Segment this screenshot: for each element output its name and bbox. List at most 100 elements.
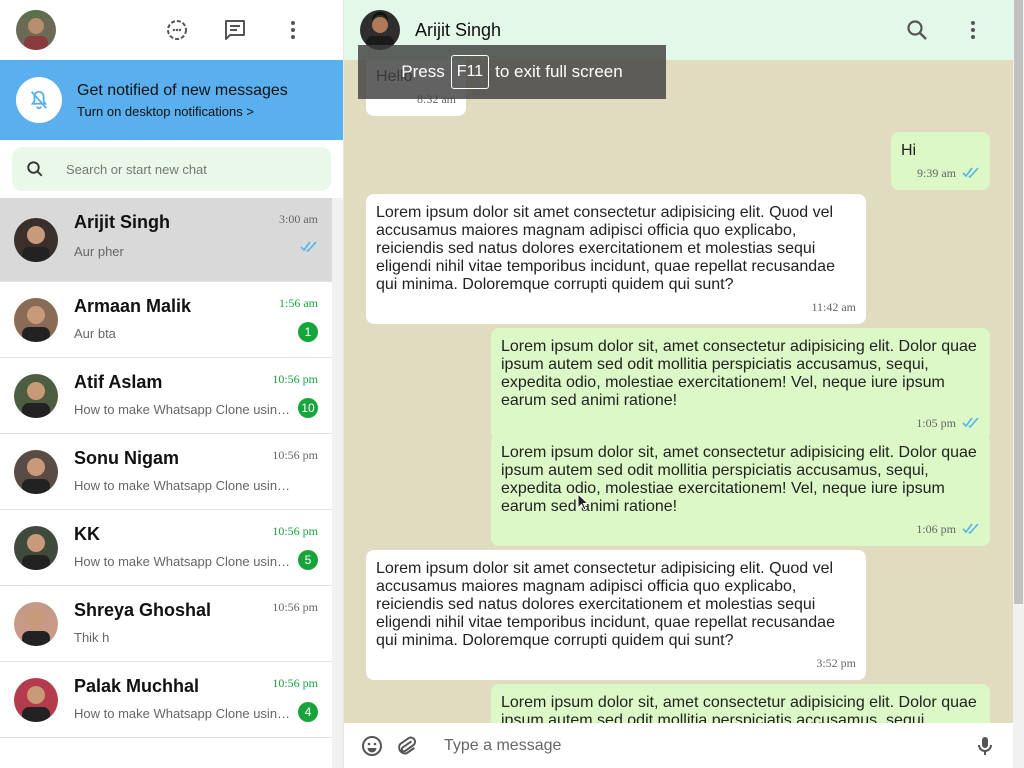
outgoing-message[interactable]: Lorem ipsum dolor sit, amet consectetur … (491, 684, 990, 723)
conversation-scrollbar[interactable] (1013, 0, 1024, 768)
message-time: 1:05 pm (916, 416, 956, 430)
status-icon[interactable] (165, 18, 189, 42)
message-text: Lorem ipsum dolor sit, amet consectetur … (501, 694, 977, 723)
chat-time: 3:00 am (279, 212, 318, 226)
chat-avatar (14, 298, 58, 342)
chat-avatar (14, 526, 58, 570)
notification-link[interactable]: Turn on desktop notifications > (77, 104, 288, 119)
chat-avatar (14, 374, 58, 418)
chat-list-item[interactable]: Palak Muchhal How to make Whatsapp Clone … (0, 662, 333, 738)
double-check-icon (300, 240, 318, 258)
chat-avatar (14, 218, 58, 262)
toast-text-before: Press (401, 62, 445, 81)
chat-name: Armaan Malik (74, 296, 192, 316)
bell-off-icon (16, 77, 62, 123)
sidebar-header (0, 0, 343, 60)
outgoing-message[interactable]: Lorem ipsum dolor sit, amet consectetur … (491, 328, 990, 440)
whatsapp-clone-app: Get notified of new messages Turn on des… (0, 0, 1024, 768)
mouse-cursor-icon (577, 493, 589, 511)
sidebar-scrollbar[interactable] (332, 198, 343, 768)
chat-last-message: Aur pher (74, 244, 124, 259)
attach-icon[interactable] (394, 734, 418, 758)
search-bar (0, 140, 343, 198)
message-text: Lorem ipsum dolor sit amet consectetur a… (376, 204, 835, 293)
chat-name: Shreya Ghoshal (74, 600, 212, 620)
conversation-pane: Arijit Singh Hello8:32 amHi9:39 amLorem … (344, 0, 1013, 768)
message-text: Lorem ipsum dolor sit, amet consectetur … (501, 444, 977, 515)
message-time: 1:06 pm (916, 522, 956, 536)
chat-time: 10:56 pm (272, 600, 318, 614)
menu-kebab-icon[interactable] (961, 18, 985, 42)
chat-time: 10:56 pm (272, 676, 318, 690)
chat-name: Atif Aslam (74, 372, 163, 392)
chat-list-item[interactable]: Atif Aslam How to make Whatsapp Clone usi… (0, 358, 333, 434)
message-composer (344, 723, 1013, 768)
chat-last-message: Thik h (74, 630, 110, 645)
message-meta: 1:06 pm (501, 520, 980, 538)
message-time: 9:39 am (917, 166, 956, 180)
chat-name: KK (74, 524, 100, 544)
notification-banner[interactable]: Get notified of new messages Turn on des… (0, 60, 343, 140)
emoji-icon[interactable] (360, 734, 384, 758)
outgoing-message[interactable]: Hi 9:39 am (891, 132, 990, 190)
sidebar: Get notified of new messages Turn on des… (0, 0, 344, 768)
chat-list-item[interactable]: KK How to make Whatsapp Clone using React… (0, 510, 333, 586)
search-box[interactable] (12, 147, 331, 191)
microphone-icon[interactable] (973, 734, 997, 758)
message-meta: 3:52 pm (376, 654, 856, 672)
chat-last-message: How to make Whatsapp Clone using React J… (74, 706, 296, 721)
message-text: Lorem ipsum dolor sit amet consectetur a… (376, 560, 835, 649)
chat-list: Arijit Singh Aur pher 3:00 am Armaan Malik A… (0, 198, 333, 768)
conversation-title[interactable]: Arijit Singh (415, 20, 501, 41)
chat-last-message: Aur bta (74, 326, 116, 341)
chat-last-message: How to make Whatsapp Clone using React J… (74, 402, 296, 417)
message-time: 3:52 pm (816, 656, 856, 670)
chat-list-item[interactable]: Shreya Ghoshal Thik h 10:56 pm (0, 586, 333, 662)
message-meta: 1:05 pm (501, 414, 980, 432)
sidebar-header-actions (165, 18, 305, 42)
chat-avatar (14, 602, 58, 646)
double-check-icon (962, 167, 979, 179)
search-icon[interactable] (905, 18, 929, 42)
message-time: 11:42 am (811, 300, 856, 314)
notification-text: Get notified of new messages Turn on des… (77, 82, 288, 119)
toast-key: F11 (450, 55, 490, 89)
incoming-message[interactable]: Lorem ipsum dolor sit amet consectetur a… (366, 550, 866, 680)
toast-text-after: to exit full screen (495, 62, 623, 81)
scrollbar-thumb[interactable] (1014, 0, 1023, 604)
message-text: Lorem ipsum dolor sit, amet consectetur … (501, 338, 977, 409)
conversation-actions (905, 18, 985, 42)
chat-avatar (14, 450, 58, 494)
contact-avatar[interactable] (360, 10, 400, 50)
menu-kebab-icon[interactable] (281, 18, 305, 42)
message-meta: 11:42 am (376, 298, 856, 316)
message-input[interactable] (444, 736, 944, 755)
unread-badge: 5 (298, 550, 318, 570)
chat-list-item[interactable]: Armaan Malik Aur bta 1:56 am 1 (0, 282, 333, 358)
double-check-icon (962, 523, 979, 535)
search-input[interactable] (66, 161, 306, 177)
chat-avatar (14, 678, 58, 722)
chat-last-message: How to make Whatsapp Clone using React J… (74, 478, 296, 493)
message-list[interactable]: Hello8:32 amHi9:39 amLorem ipsum dolor s… (344, 60, 1013, 723)
unread-badge: 10 (298, 398, 318, 418)
chat-list-item[interactable]: Sonu Nigam How to make Whatsapp Clone usi… (0, 434, 333, 510)
user-avatar[interactable] (16, 10, 56, 50)
chat-time: 10:56 pm (272, 448, 318, 462)
unread-badge: 4 (298, 702, 318, 722)
chat-name: Sonu Nigam (74, 448, 180, 468)
incoming-message[interactable]: Lorem ipsum dolor sit amet consectetur a… (366, 194, 866, 324)
notification-title: Get notified of new messages (77, 81, 288, 99)
message-meta: 9:39 am (901, 164, 980, 182)
double-check-icon (962, 417, 979, 429)
new-chat-icon[interactable] (223, 18, 247, 42)
outgoing-message[interactable]: Lorem ipsum dolor sit, amet consectetur … (491, 434, 990, 546)
chat-name: Palak Muchhal (74, 676, 200, 696)
chat-list-item[interactable]: Arijit Singh Aur pher 3:00 am (0, 198, 333, 282)
message-text: Hi (901, 142, 917, 159)
chat-time: 1:56 am (279, 296, 318, 310)
search-icon (27, 161, 43, 177)
chat-name: Arijit Singh (74, 212, 170, 232)
chat-time: 10:56 pm (272, 372, 318, 386)
chat-time: 10:56 pm (272, 524, 318, 538)
